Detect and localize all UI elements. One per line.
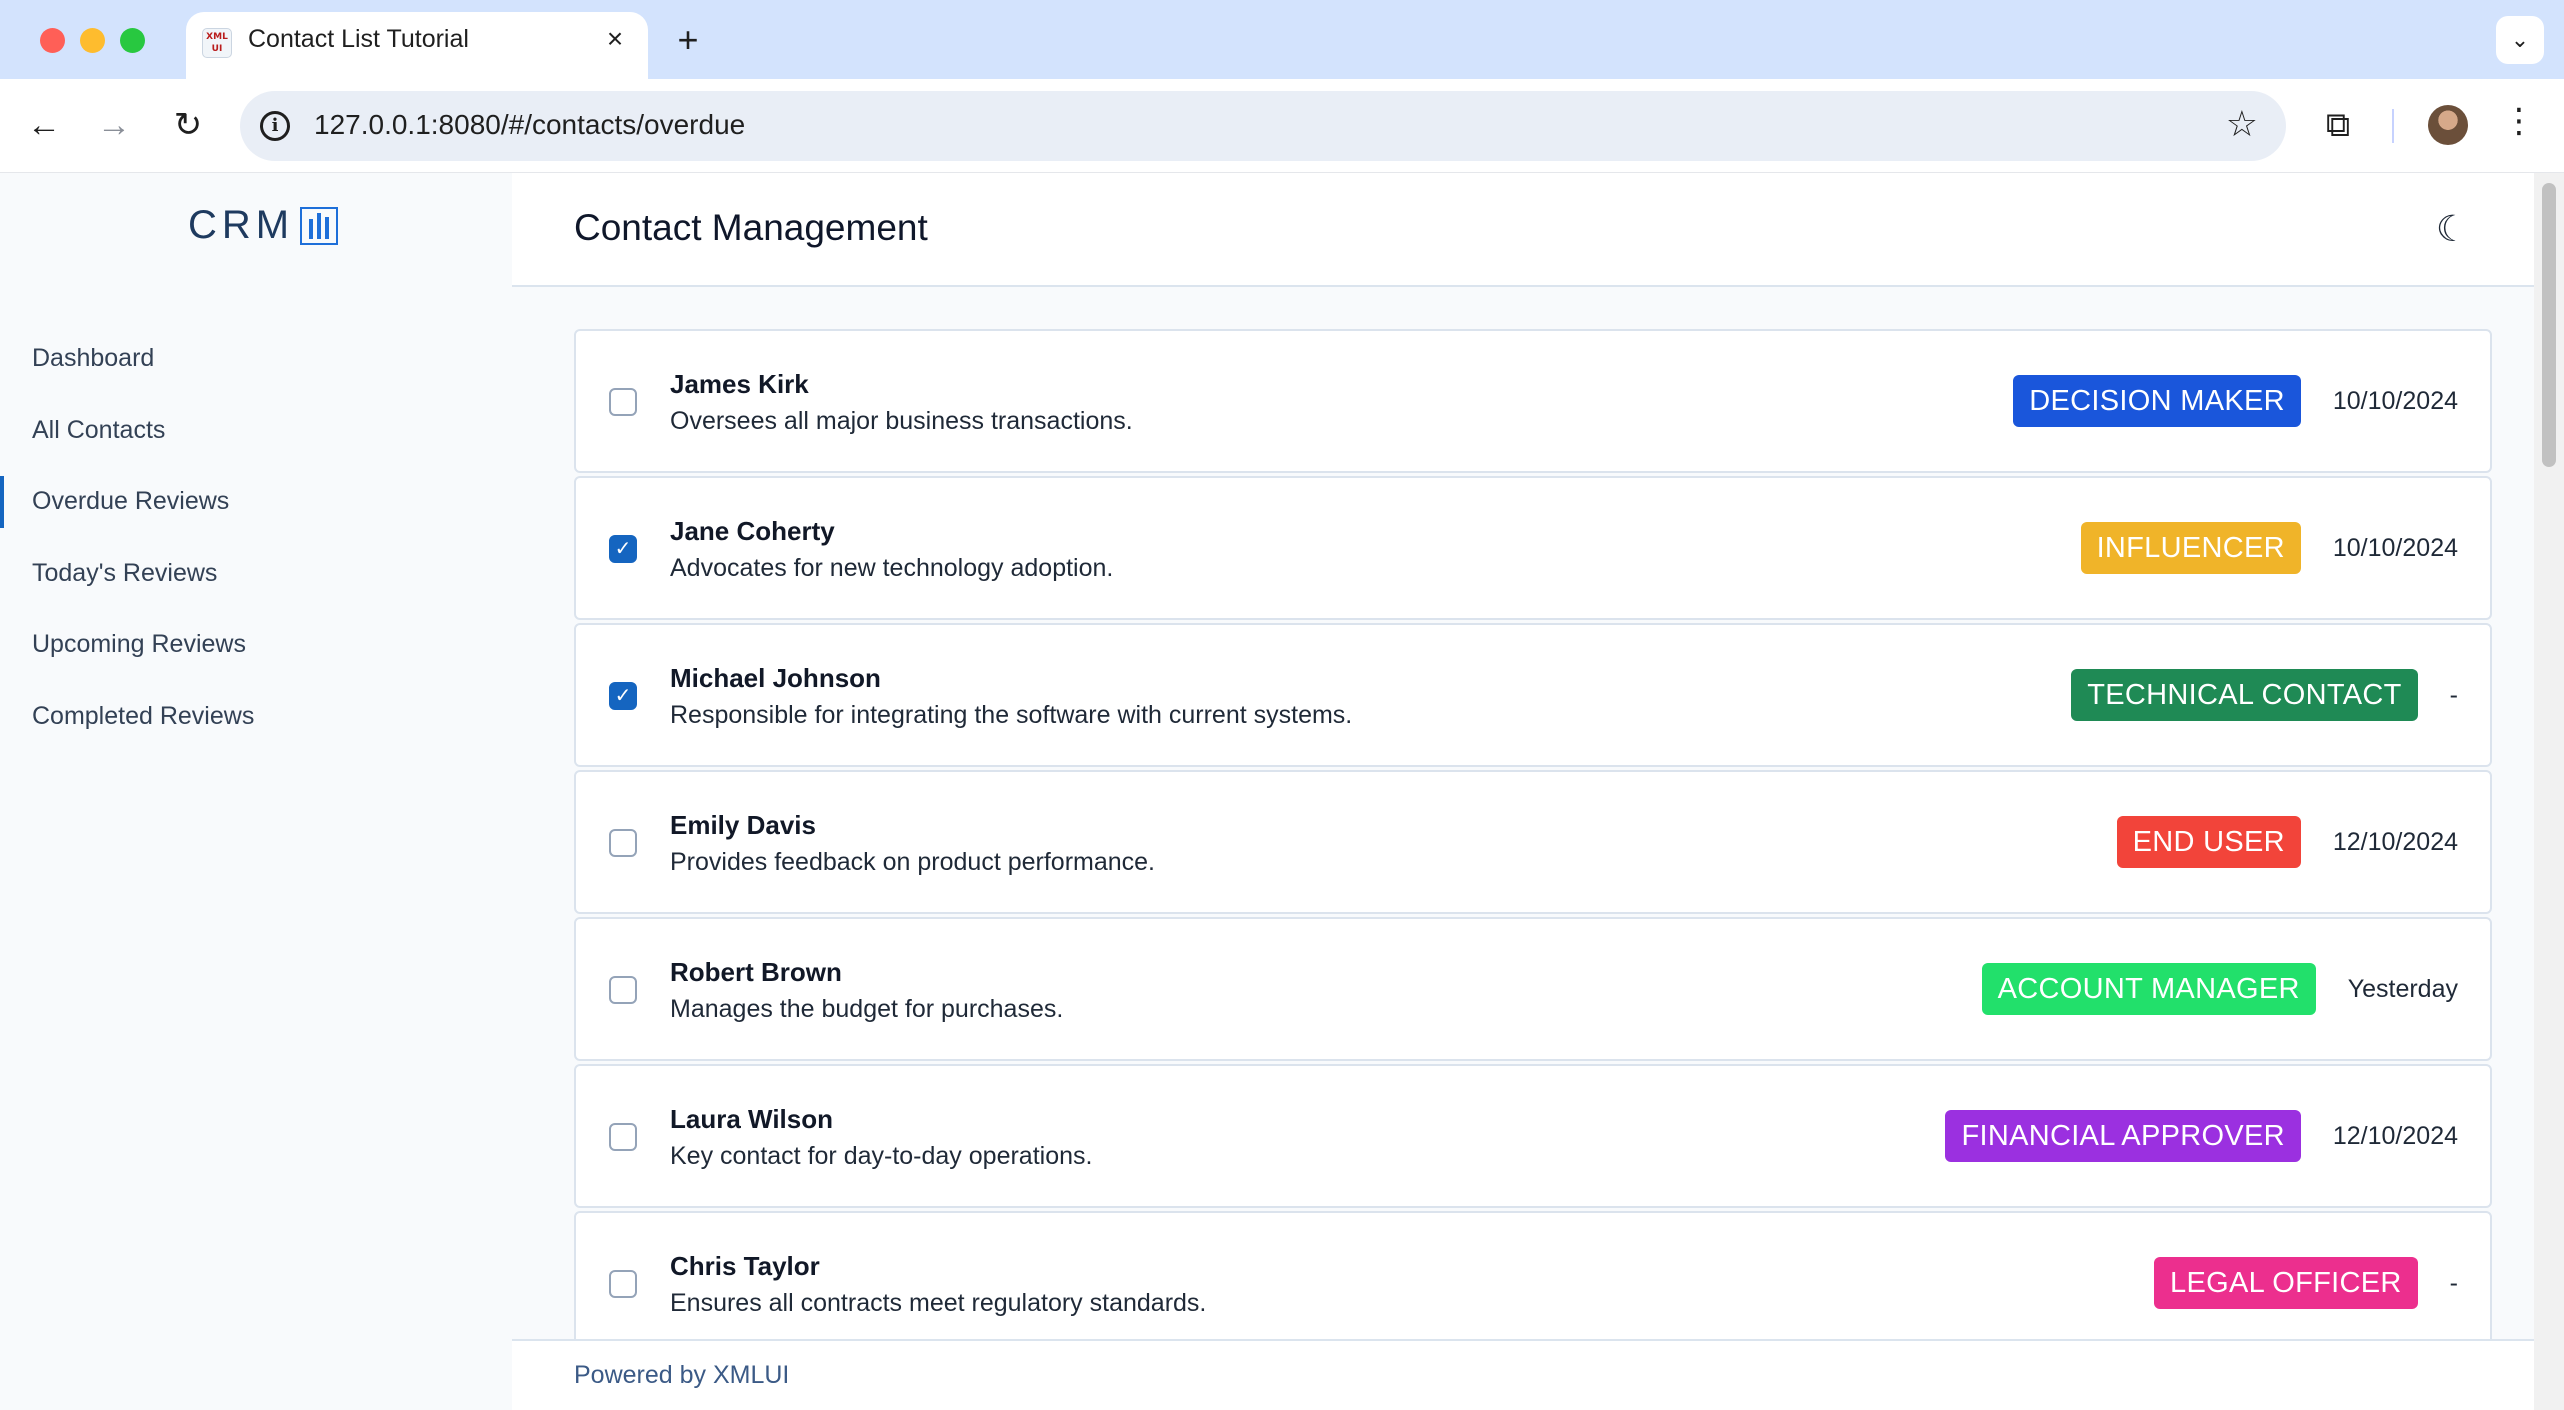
contact-description: Advocates for new technology adoption.	[670, 554, 1114, 582]
sidebar: CRM Dashboard All Contacts Overdue Reviews…	[0, 173, 512, 1410]
tab-search-button[interactable]: ⌄	[2496, 16, 2544, 64]
contact-name: James Kirk	[670, 369, 809, 399]
review-date: -	[2449, 1268, 2458, 1297]
role-badge: END USER	[2116, 816, 2301, 868]
contact-description: Manages the budget for purchases.	[670, 995, 1064, 1023]
contact-meta: FINANCIAL APPROVER 12/10/2024	[1945, 1110, 2458, 1162]
back-icon[interactable]: ←	[16, 97, 72, 153]
close-window-button[interactable]	[40, 28, 65, 53]
contact-name: Robert Brown	[670, 957, 842, 987]
footer-text: Powered by XMLUI	[574, 1361, 790, 1389]
review-date: 10/10/2024	[2332, 386, 2458, 415]
browser-tab[interactable]: XML UI Contact List Tutorial ×	[186, 12, 648, 79]
contact-description: Provides feedback on product performance…	[670, 848, 1155, 876]
url-text[interactable]: 127.0.0.1:8080/#/contacts/overdue	[314, 109, 745, 141]
contact-description: Responsible for integrating the software…	[670, 701, 1353, 729]
contact-description: Ensures all contracts meet regulatory st…	[670, 1289, 1207, 1317]
extensions-icon[interactable]: ⧉	[2318, 105, 2358, 145]
browser-toolbar: ← → ↻ i 127.0.0.1:8080/#/contacts/overdu…	[0, 79, 2564, 173]
browser-tab-strip: XML UI Contact List Tutorial × + ⌄	[0, 0, 2564, 79]
contact-checkbox[interactable]	[609, 1123, 637, 1151]
logo-text: CRM	[188, 203, 295, 247]
crm-logo[interactable]: CRM	[188, 203, 339, 248]
contact-checkbox[interactable]: ✓	[609, 535, 637, 563]
theme-toggle-moon-icon[interactable]: ☾	[2432, 209, 2472, 249]
app-footer: Powered by XMLUI	[512, 1339, 2534, 1410]
review-date: -	[2449, 680, 2458, 709]
minimize-window-button[interactable]	[80, 28, 105, 53]
forward-icon[interactable]: →	[86, 97, 142, 153]
contact-meta: INFLUENCER 10/10/2024	[2080, 522, 2458, 574]
contact-checkbox[interactable]	[609, 829, 637, 857]
site-info-icon[interactable]: i	[260, 111, 290, 141]
contact-meta: ACCOUNT MANAGER Yesterday	[1981, 963, 2458, 1015]
contact-name: Michael Johnson	[670, 663, 881, 693]
contact-card[interactable]: Robert Brown Manages the budget for purch…	[574, 917, 2492, 1061]
reload-icon[interactable]: ↻	[160, 97, 216, 153]
address-bar[interactable]: i 127.0.0.1:8080/#/contacts/overdue ☆	[240, 91, 2286, 161]
contact-list: James Kirk Oversees all major business tr…	[574, 329, 2492, 1358]
app-header: Contact Management ☾	[512, 173, 2534, 287]
contact-card[interactable]: Chris Taylor Ensures all contracts meet r…	[574, 1211, 2492, 1355]
sidebar-nav: Dashboard All Contacts Overdue Reviews Toda…	[0, 323, 512, 752]
sidebar-item-today-s-reviews[interactable]: Today's Reviews	[0, 538, 512, 610]
app-root: CRM Dashboard All Contacts Overdue Reviews…	[0, 173, 2564, 1410]
main-content: Contact Management ☾ James Kirk Oversees …	[512, 173, 2534, 1410]
contact-name: Laura Wilson	[670, 1104, 834, 1134]
contact-meta: LEGAL OFFICER -	[2154, 1257, 2458, 1309]
sidebar-item-upcoming-reviews[interactable]: Upcoming Reviews	[0, 609, 512, 681]
sidebar-item-completed-reviews[interactable]: Completed Reviews	[0, 681, 512, 753]
role-badge: DECISION MAKER	[2013, 375, 2301, 427]
review-date: 12/10/2024	[2332, 1121, 2458, 1150]
contact-card[interactable]: Emily Davis Provides feedback on product …	[574, 770, 2492, 914]
maximize-window-button[interactable]	[120, 28, 145, 53]
contact-card[interactable]: ✓ Michael Johnson Responsible for integrat…	[574, 623, 2492, 767]
contact-name: Emily Davis	[670, 810, 816, 840]
toolbar-divider	[2392, 109, 2394, 143]
browser-menu-icon[interactable]: ⋮	[2502, 101, 2536, 141]
contact-meta: TECHNICAL CONTACT -	[2071, 669, 2458, 721]
profile-avatar[interactable]	[2428, 105, 2468, 145]
contact-card[interactable]: ✓ Jane Coherty Advocates for new technolog…	[574, 476, 2492, 620]
review-date: Yesterday	[2347, 974, 2458, 1003]
role-badge: FINANCIAL APPROVER	[1945, 1110, 2301, 1162]
tab-title: Contact List Tutorial	[248, 25, 469, 53]
sidebar-item-dashboard[interactable]: Dashboard	[0, 323, 512, 395]
sidebar-item-all-contacts[interactable]: All Contacts	[0, 395, 512, 467]
contact-checkbox[interactable]	[609, 388, 637, 416]
role-badge: ACCOUNT MANAGER	[1981, 963, 2316, 1015]
contact-name: Jane Coherty	[670, 516, 835, 546]
role-badge: TECHNICAL CONTACT	[2071, 669, 2418, 721]
contact-description: Oversees all major business transactions…	[670, 407, 1133, 435]
tab-close-icon[interactable]: ×	[600, 24, 630, 54]
contact-meta: DECISION MAKER 10/10/2024	[2013, 375, 2458, 427]
role-badge: LEGAL OFFICER	[2154, 1257, 2418, 1309]
contact-checkbox[interactable]	[609, 976, 637, 1004]
page-title: Contact Management	[574, 207, 928, 248]
contact-checkbox[interactable]	[609, 1270, 637, 1298]
contact-name: Chris Taylor	[670, 1251, 820, 1281]
sidebar-item-overdue-reviews[interactable]: Overdue Reviews	[0, 466, 512, 538]
review-date: 12/10/2024	[2332, 827, 2458, 856]
scrollbar-thumb[interactable]	[2542, 183, 2556, 467]
contact-meta: END USER 12/10/2024	[2116, 816, 2458, 868]
page-scrollbar[interactable]	[2534, 173, 2564, 1410]
contact-checkbox[interactable]: ✓	[609, 682, 637, 710]
role-badge: INFLUENCER	[2080, 522, 2301, 574]
favicon-icon: XML UI	[202, 28, 232, 58]
new-tab-button[interactable]: +	[668, 20, 708, 60]
logo-bars-icon	[300, 206, 339, 245]
contact-card[interactable]: James Kirk Oversees all major business tr…	[574, 329, 2492, 473]
review-date: 10/10/2024	[2332, 533, 2458, 562]
bookmark-star-icon[interactable]: ☆	[2226, 103, 2258, 145]
contact-description: Key contact for day-to-day operations.	[670, 1142, 1093, 1170]
contact-card[interactable]: Laura Wilson Key contact for day-to-day o…	[574, 1064, 2492, 1208]
